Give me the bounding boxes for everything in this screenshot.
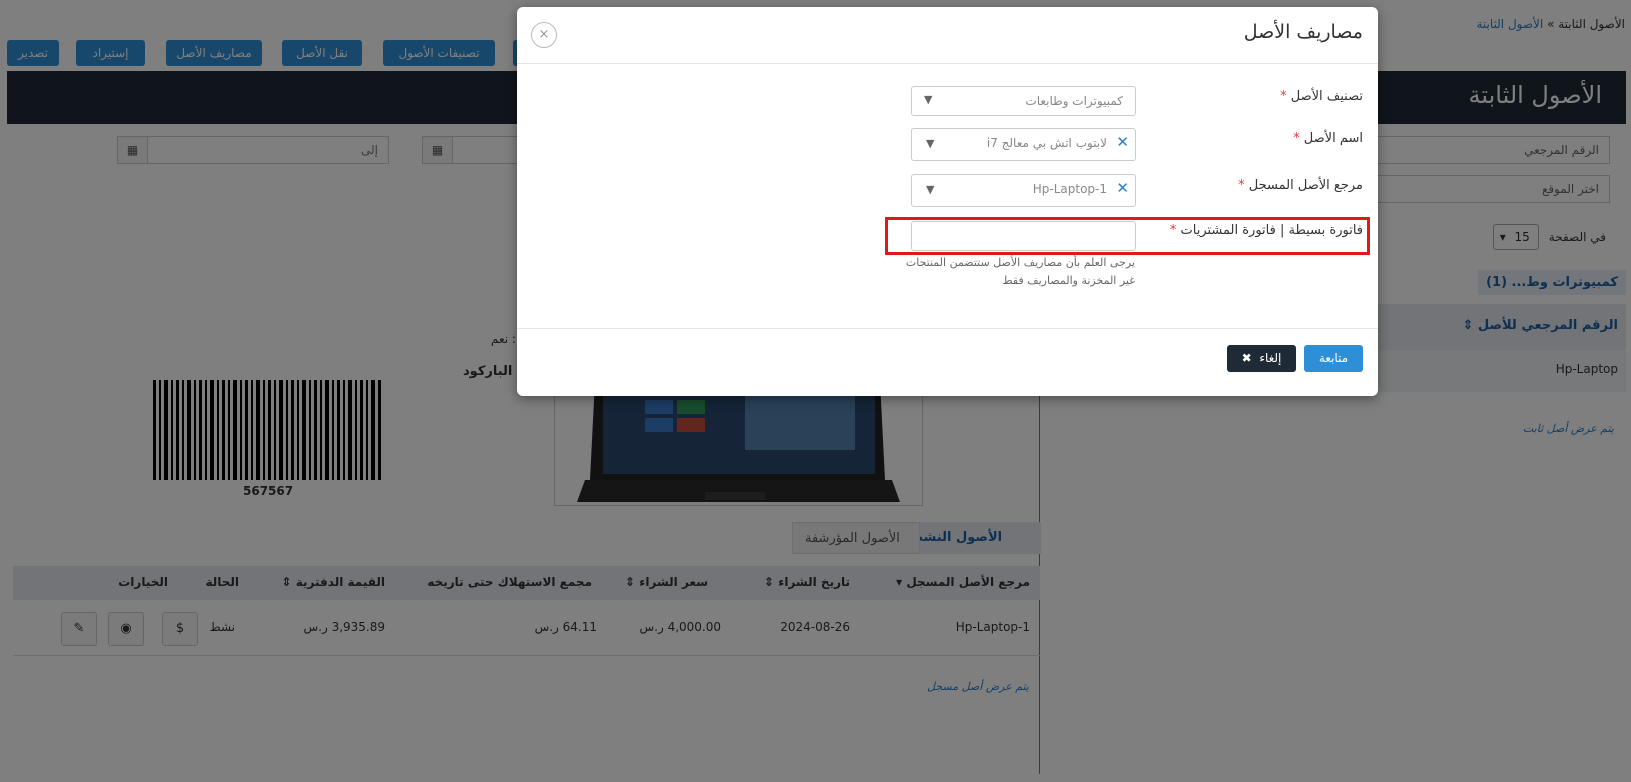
label-text: تصنيف الأصل bbox=[1290, 89, 1363, 104]
label-text: فاتورة بسيطة | فاتورة المشتريات bbox=[1180, 223, 1363, 238]
close-icon: ✖ bbox=[1241, 351, 1256, 365]
continue-button[interactable]: متابعة bbox=[1304, 345, 1363, 372]
required-mark: * bbox=[1293, 131, 1300, 146]
registered-ref-value: Hp-Laptop-1 bbox=[1032, 182, 1107, 196]
invoice-label: فاتورة بسيطة | فاتورة المشتريات * bbox=[1170, 223, 1363, 238]
clear-icon[interactable]: ✕ bbox=[1116, 179, 1129, 197]
chevron-down-icon: ▼ bbox=[924, 93, 933, 106]
invoice-input[interactable] bbox=[911, 221, 1136, 251]
chevron-down-icon: ▼ bbox=[926, 137, 935, 150]
modal-footer: متابعة إلغاء ✖ bbox=[517, 328, 1378, 396]
asset-expenses-modal: مصاريف الأصل × تصنيف الأصل * كمبيوترات و… bbox=[517, 7, 1378, 396]
chevron-down-icon: ▼ bbox=[926, 183, 935, 196]
label-text: مرجع الأصل المسجل bbox=[1248, 178, 1363, 193]
cancel-label: إلغاء bbox=[1259, 351, 1282, 365]
close-icon[interactable]: × bbox=[531, 22, 557, 48]
category-value: كمبيوترات وطابعات bbox=[1025, 94, 1123, 108]
invoice-help-text: يرجى العلم بأن مصاريف الأصل ستتضمن المنت… bbox=[905, 256, 1135, 287]
required-mark: * bbox=[1169, 223, 1177, 238]
modal-header: مصاريف الأصل × bbox=[517, 7, 1378, 64]
required-mark: * bbox=[1280, 89, 1287, 104]
cancel-button[interactable]: إلغاء ✖ bbox=[1227, 345, 1296, 372]
registered-ref-select[interactable]: ✕ Hp-Laptop-1 ▼ bbox=[911, 174, 1136, 207]
label-text: اسم الأصل bbox=[1303, 131, 1363, 146]
modal-title: مصاريف الأصل bbox=[1243, 21, 1363, 43]
category-label: تصنيف الأصل * bbox=[1280, 89, 1363, 104]
registered-ref-label: مرجع الأصل المسجل * bbox=[1238, 178, 1363, 193]
asset-name-value: لابتوب اتش بي معالج i7 bbox=[986, 136, 1107, 150]
asset-name-label: اسم الأصل * bbox=[1293, 131, 1363, 146]
asset-name-select[interactable]: ✕ لابتوب اتش بي معالج i7 ▼ bbox=[911, 128, 1136, 161]
category-select[interactable]: كمبيوترات وطابعات ▼ bbox=[911, 86, 1136, 116]
required-mark: * bbox=[1238, 178, 1245, 193]
clear-icon[interactable]: ✕ bbox=[1116, 133, 1129, 151]
